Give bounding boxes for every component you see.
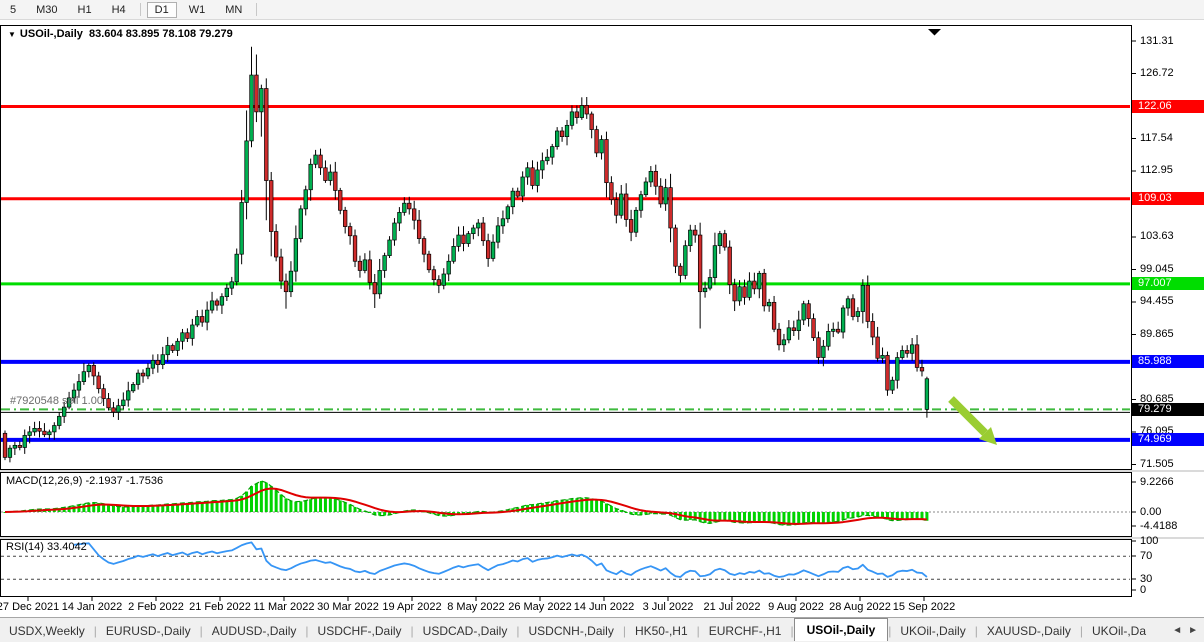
date-tick-label: 8 May 2022 [447,601,504,613]
rsi-tick-label: 100 [1140,535,1158,547]
symbol-dropdown-icon[interactable]: ▼ [8,30,16,39]
chart-tab-eurchf-h1[interactable]: EURCHF-,H1 [700,621,791,641]
price-badge-74.969: 74.969 [1132,433,1204,446]
price-tick-label: 71.505 [1140,458,1174,470]
date-tick-label: 9 Aug 2022 [768,601,824,613]
date-tick-label: 27 Dec 2021 [0,601,59,613]
date-tick-label: 14 Jan 2022 [62,601,123,613]
chart-tab-xauusd-daily[interactable]: XAUUSD-,Daily [978,621,1080,641]
chart-tab-usdcnh-daily[interactable]: USDCNH-,Daily [519,621,622,641]
price-tick-label: 126.72 [1140,67,1174,79]
chart-tab-usdchf-daily[interactable]: USDCHF-,Daily [309,621,411,641]
date-tick-label: 26 May 2022 [508,601,572,613]
chart-tab-eurusd-daily[interactable]: EURUSD-,Daily [97,621,200,641]
price-tick-label: 117.54 [1140,132,1173,144]
date-tick-label: 14 Jun 2022 [574,601,635,613]
price-badge-85.988: 85.988 [1132,355,1204,368]
date-tick-label: 28 Aug 2022 [829,601,891,613]
date-tick-label: 3 Jul 2022 [643,601,694,613]
chart-title: ▼ USOil-,Daily 83.604 83.895 78.108 79.27… [8,28,233,40]
date-tick-label: 11 Mar 2022 [254,601,315,613]
date-tick-label: 19 Apr 2022 [382,601,441,613]
date-tick-label: 2 Feb 2022 [128,601,184,613]
price-tick-label: 131.31 [1140,35,1174,47]
chart-title-symbol: USOil-,Daily [20,28,83,40]
chart-tab-audusd-daily[interactable]: AUDUSD-,Daily [203,621,306,641]
price-badge-122.06: 122.06 [1132,100,1204,113]
date-tick-label: 30 Mar 2022 [317,601,379,613]
tabs-scroll-left-icon[interactable]: ◄ [1172,625,1182,636]
chart-tab-bar: USDX,Weekly|EURUSD-,Daily|AUDUSD-,Daily|… [0,617,1204,642]
price-badge-79.279: 79.279 [1132,403,1204,416]
macd-tick-label: -4.4188 [1140,520,1177,532]
price-tick-label: 94.455 [1140,295,1174,307]
chart-tab-usdcad-daily[interactable]: USDCAD-,Daily [414,621,517,641]
open-position-label: #7920548 sell 1.00 [10,395,103,407]
macd-tick-label: 9.2266 [1140,476,1174,488]
chart-tab-usdx-weekly[interactable]: USDX,Weekly [0,621,94,641]
price-tick-label: 103.63 [1140,230,1174,242]
price-tick-label: 112.95 [1140,164,1173,176]
mt4-window: 5M30H1H4D1W1MN ▼USOil-,Daily 83.604 83.8… [0,0,1204,642]
macd-indicator-label: MACD(12,26,9) -2.1937 -1.7536 [6,475,163,487]
date-tick-label: 15 Sep 2022 [893,601,955,613]
price-badge-109.03: 109.03 [1132,192,1204,205]
price-tick-label: 99.045 [1140,263,1174,275]
tabs-scroll-right-icon[interactable]: ► [1188,625,1198,636]
macd-tick-label: 0.00 [1140,506,1161,518]
chart-tab-usoil-daily[interactable]: USOil-,Daily [794,618,889,641]
price-tick-label: 89.865 [1140,328,1174,340]
date-tick-label: 21 Feb 2022 [189,601,251,613]
chart-tab-hk50-h1[interactable]: HK50-,H1 [626,621,697,641]
price-badge-97.007: 97.007 [1132,277,1204,290]
chart-tab-ukoil-da[interactable]: UKOil-,Da [1083,621,1155,641]
rsi-tick-label: 70 [1140,550,1152,562]
chart-canvas [0,0,1204,617]
chart-tab-ukoil-daily[interactable]: UKOil-,Daily [891,621,974,641]
rsi-tick-label: 0 [1140,584,1146,596]
chart-title-ohlc: 83.604 83.895 78.108 79.279 [89,28,233,40]
date-tick-label: 21 Jul 2022 [704,601,761,613]
rsi-indicator-label: RSI(14) 33.4042 [6,541,87,553]
